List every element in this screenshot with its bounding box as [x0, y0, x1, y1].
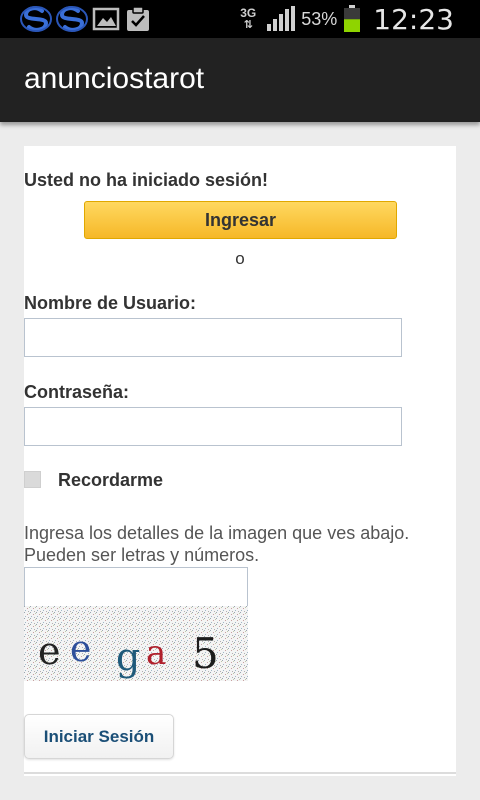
captcha-input[interactable]: [24, 567, 248, 607]
login-submit-button[interactable]: Iniciar Sesión: [24, 714, 174, 759]
ingresar-button[interactable]: Ingresar: [84, 201, 397, 239]
username-label: Nombre de Usuario:: [24, 293, 197, 313]
captcha-char: 5: [192, 629, 219, 678]
network-type-indicator: 3G ⇅: [240, 6, 257, 31]
username-input[interactable]: [24, 318, 402, 357]
divider: [24, 772, 456, 774]
or-separator: o: [235, 249, 245, 268]
signal-strength-icon: [265, 6, 296, 32]
remember-me-label[interactable]: Recordarme: [58, 470, 163, 491]
captcha-instructions: Ingresa los detalles de la imagen que ve…: [24, 523, 410, 565]
image-icon: [92, 6, 120, 32]
sync-icon: [56, 5, 88, 33]
system-status-area: 3G ⇅ 53% 12:23: [237, 2, 454, 36]
battery-icon: [343, 5, 361, 33]
captcha-char: g: [116, 635, 140, 679]
remember-me-checkbox[interactable]: [24, 471, 41, 488]
app-title: anunciostarot: [24, 62, 205, 95]
password-label: Contraseña:: [24, 382, 130, 402]
action-bar: anunciostarot: [0, 38, 480, 122]
notification-area: [20, 4, 152, 34]
captcha-char: e: [38, 629, 61, 673]
login-panel: [24, 146, 456, 776]
captcha-char: a: [146, 633, 166, 673]
clock: 12:23: [373, 2, 454, 36]
status-bar: 3G ⇅ 53% 12:23: [0, 0, 480, 38]
clipboard-check-icon: [124, 5, 152, 33]
not-logged-in-message: Usted no ha iniciado sesión!: [24, 170, 269, 190]
password-input[interactable]: [24, 407, 402, 446]
sync-icon: [20, 5, 52, 33]
captcha-image: e e g a 5: [24, 606, 248, 681]
battery-percent: 53%: [301, 8, 338, 29]
captcha-char: e: [70, 629, 91, 670]
